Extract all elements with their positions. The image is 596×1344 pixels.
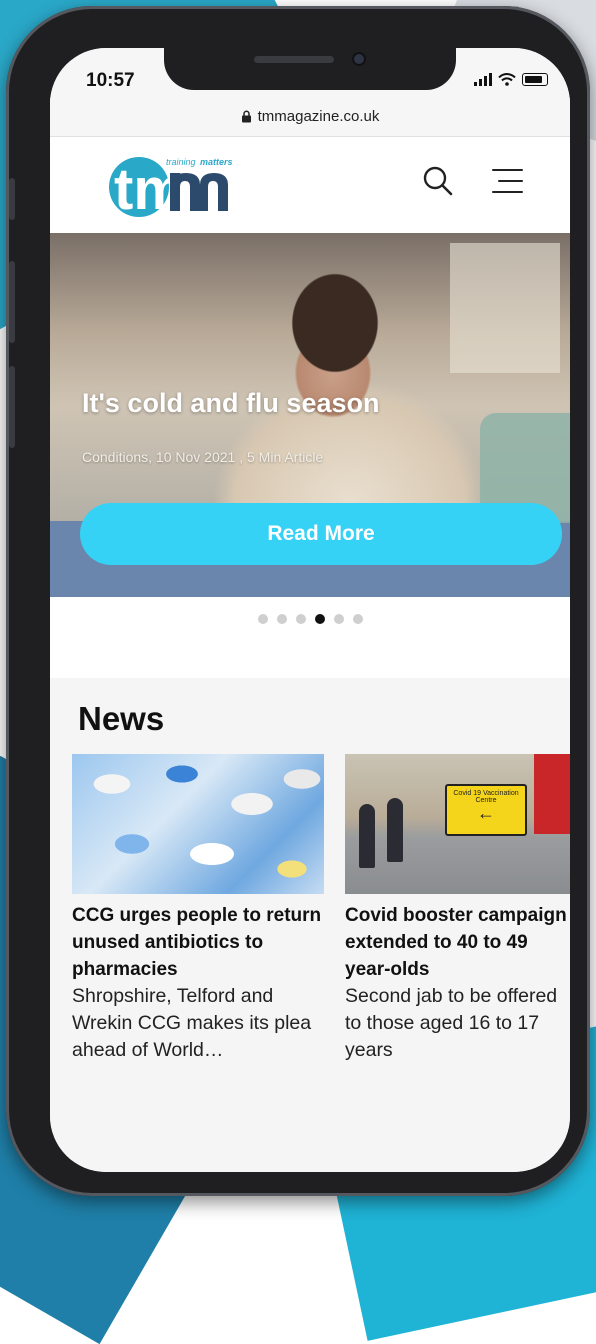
carousel-dot[interactable] [295,614,306,624]
pedestrian [387,798,403,862]
carousel-dot[interactable] [314,614,325,624]
status-time: 10:57 [86,70,135,91]
read-more-button[interactable]: Read More [80,503,562,565]
svg-text:training matters: training matters [166,157,233,167]
news-card-description: Shropshire, Telford and Wrekin CCG makes… [72,985,312,1061]
lock-icon [241,110,251,122]
address-bar[interactable]: tmmagazine.co.uk [50,96,570,137]
arrow-left-icon: ← [477,803,495,823]
search-icon[interactable] [422,165,454,197]
phone-screen: 10:57 tmmagazine.co.uk tm training matte… [50,48,570,1172]
red-bus [534,754,570,834]
news-heading: News [78,700,165,737]
news-card[interactable]: CCG urges people to return unused antibi… [72,754,324,1064]
vaccination-sign-text: Covid 19 Vaccination Centre [453,790,519,804]
vaccination-sign: Covid 19 Vaccination Centre ← [445,784,527,836]
news-card-image[interactable] [72,754,324,894]
logo-tagline-matters: matters [200,157,233,167]
site-header: tm training matters [50,137,570,233]
hero-carousel[interactable]: It's cold and flu season Conditions, 10 … [50,233,570,597]
notch [164,48,456,90]
hero-meta: Conditions, 10 Nov 2021 , 5 Min Article [82,449,324,465]
speaker-grille [254,56,334,63]
volume-down-button [9,366,15,448]
news-card-title[interactable]: Covid booster campaign extended to 40 to… [345,902,570,983]
carousel-dot[interactable] [276,614,287,624]
volume-up-button [9,261,15,343]
news-card-title[interactable]: CCG urges people to return unused antibi… [72,902,324,983]
hamburger-menu-icon[interactable] [490,167,524,195]
carousel-dot[interactable] [333,614,344,624]
site-logo[interactable]: tm training matters [106,151,242,217]
logo-tagline-training: training [166,157,196,167]
status-icons [474,73,548,86]
news-section: News CCG urges people to return unused a… [50,678,570,1172]
news-card-image[interactable]: Covid 19 Vaccination Centre ← [345,754,570,894]
battery-icon [522,73,548,86]
carousel-dot[interactable] [352,614,363,624]
url-text: tmmagazine.co.uk [257,107,380,125]
news-card[interactable]: Covid 19 Vaccination Centre ← Covid boos… [345,754,570,1064]
hero-title[interactable]: It's cold and flu season [82,388,379,419]
front-camera [352,52,366,66]
pedestrian [359,804,375,868]
carousel-indicators [50,614,570,624]
cellular-signal-icon [474,73,492,86]
carousel-dot[interactable] [257,614,268,624]
hero-image-window [450,243,560,373]
wifi-icon [498,73,516,86]
news-card-description: Second jab to be offered to those aged 1… [345,985,558,1061]
mute-switch [9,178,15,220]
phone-frame: 10:57 tmmagazine.co.uk tm training matte… [6,6,590,1196]
